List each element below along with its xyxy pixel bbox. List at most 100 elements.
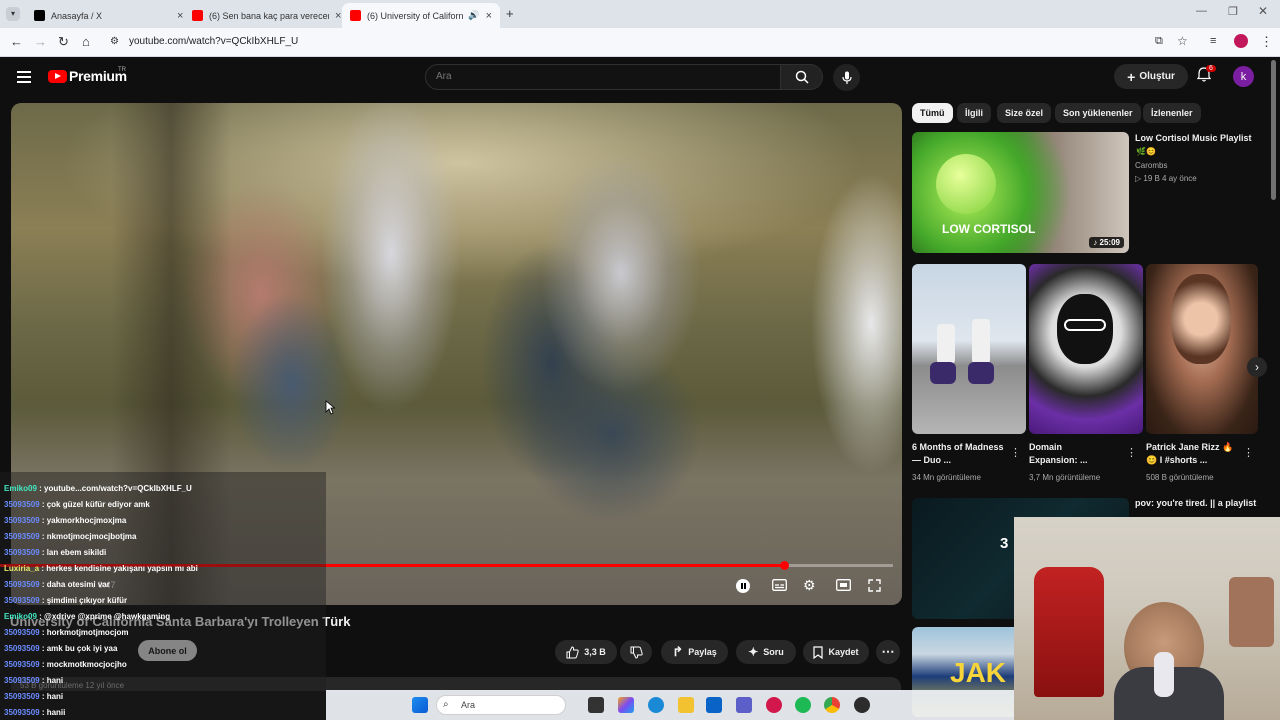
chat-username: Emiko09 bbox=[4, 484, 37, 493]
search-button[interactable] bbox=[781, 64, 823, 90]
fullscreen-icon[interactable] bbox=[868, 579, 881, 592]
settings-gear-icon[interactable]: ⚙ bbox=[803, 577, 816, 594]
chat-text: : horkmotjmotjmocjom bbox=[39, 628, 129, 637]
teams-icon[interactable] bbox=[736, 697, 752, 713]
page-scrollbar[interactable] bbox=[1271, 60, 1276, 200]
home-icon[interactable]: ⌂ bbox=[82, 34, 90, 49]
search-input[interactable] bbox=[436, 71, 766, 82]
ask-button[interactable]: ✦ Soru bbox=[736, 640, 796, 664]
menu-icon[interactable]: ⋮ bbox=[1260, 34, 1273, 50]
opera-icon[interactable] bbox=[766, 697, 782, 713]
more-vertical-icon[interactable]: ⋮ bbox=[1010, 446, 1021, 459]
like-button[interactable]: 3,3 B bbox=[555, 640, 617, 664]
taskbar-search[interactable]: ⌕ Ara bbox=[436, 695, 566, 715]
short-views: 508 B görüntüleme bbox=[1146, 473, 1214, 482]
back-icon[interactable]: ← bbox=[10, 34, 23, 49]
mouse-cursor-icon bbox=[325, 400, 335, 415]
profile-avatar[interactable] bbox=[1234, 34, 1248, 48]
dislike-button[interactable] bbox=[620, 640, 652, 664]
playlist-thumbnail[interactable]: LOW CORTISOL ♪ 25:09 bbox=[912, 132, 1129, 253]
chat-message: 35093509 : mockmotkmocjocjho bbox=[4, 660, 127, 669]
forward-icon[interactable]: → bbox=[34, 34, 47, 49]
windows-start-icon[interactable] bbox=[412, 697, 428, 713]
task-view-icon[interactable] bbox=[588, 697, 604, 713]
chat-text: : lan ebem sikildi bbox=[39, 548, 107, 557]
chat-text: : hani bbox=[39, 676, 64, 685]
progress-scrubber[interactable] bbox=[780, 561, 790, 570]
gaming-chair-graphic bbox=[1034, 567, 1104, 697]
chip-recently-uploaded[interactable]: Son yüklenenler bbox=[1055, 103, 1141, 123]
thumbs-up-icon bbox=[566, 645, 579, 658]
url-field[interactable]: youtube.com/watch?v=QCkIbXHLF_U bbox=[129, 36, 298, 47]
chip-for-you[interactable]: Size özel bbox=[997, 103, 1052, 123]
file-explorer-icon[interactable] bbox=[678, 697, 694, 713]
more-vertical-icon[interactable]: ⋮ bbox=[1243, 446, 1254, 459]
short-thumbnail-moto[interactable] bbox=[912, 264, 1026, 434]
install-app-icon[interactable]: ⧉ bbox=[1155, 35, 1163, 48]
thumbs-down-icon bbox=[630, 646, 643, 659]
chip-all[interactable]: Tümü bbox=[912, 103, 953, 123]
tab-youtube-active[interactable]: (6) University of California S 🔊 × bbox=[342, 3, 500, 28]
tab-x[interactable]: Anasayfa / X × bbox=[26, 3, 191, 28]
maximize-icon[interactable]: ❐ bbox=[1228, 5, 1238, 18]
share-button[interactable]: ↱ Paylaş bbox=[661, 640, 728, 664]
short-thumbnail-patrick[interactable] bbox=[1146, 264, 1258, 434]
subtitles-icon[interactable] bbox=[772, 579, 787, 591]
autoplay-toggle[interactable] bbox=[736, 579, 750, 593]
voice-search-button[interactable] bbox=[833, 64, 860, 91]
search-icon bbox=[795, 70, 809, 84]
window-close-icon[interactable]: ✕ bbox=[1258, 4, 1268, 18]
hamburger-menu-icon[interactable] bbox=[17, 71, 31, 83]
share-arrow-icon: ↱ bbox=[672, 644, 684, 659]
account-avatar[interactable]: k bbox=[1233, 66, 1254, 87]
chrome-icon[interactable] bbox=[824, 697, 840, 713]
spotify-icon[interactable] bbox=[795, 697, 811, 713]
channel-name[interactable]: Carombs bbox=[1135, 161, 1167, 170]
youtube-logo-icon[interactable] bbox=[48, 70, 67, 83]
close-icon[interactable]: × bbox=[177, 10, 183, 22]
short-views: 3,7 Mn görüntüleme bbox=[1029, 473, 1101, 482]
short-title[interactable]: Domain Expansion: ... bbox=[1029, 441, 1109, 467]
create-button[interactable]: + Oluştur bbox=[1114, 64, 1188, 89]
chat-message: Emiko09 : @xdrive @xprime @hawkgaming bbox=[4, 612, 170, 621]
chat-text: : herkes kendisine yakışanı yapsın mı ab… bbox=[39, 564, 198, 573]
more-vertical-icon[interactable]: ⋮ bbox=[1126, 446, 1137, 459]
short-title[interactable]: Patrick Jane Rizz 🔥😊 I #shorts ... bbox=[1146, 441, 1238, 467]
save-button[interactable]: Kaydet bbox=[803, 640, 869, 664]
reload-icon[interactable]: ↻ bbox=[58, 34, 69, 50]
audio-playing-icon[interactable]: 🔊 bbox=[468, 10, 479, 21]
close-icon[interactable]: × bbox=[335, 10, 341, 22]
chip-watched[interactable]: İzlenenler bbox=[1143, 103, 1201, 123]
app-icon[interactable] bbox=[854, 697, 870, 713]
close-icon[interactable]: × bbox=[486, 10, 492, 22]
tab-search-button[interactable]: ▾ bbox=[6, 7, 20, 21]
media-control-icon[interactable]: ≡ bbox=[1210, 35, 1216, 47]
chat-text: : çok güzel küfür ediyor amk bbox=[39, 500, 150, 509]
short-thumbnail-domain[interactable] bbox=[1029, 264, 1143, 434]
chat-username: Emiko09 bbox=[4, 612, 37, 621]
smiley-face-graphic bbox=[936, 154, 996, 214]
chip-related[interactable]: İlgili bbox=[957, 103, 991, 123]
youtube-icon bbox=[192, 10, 203, 21]
next-video-title[interactable]: pov: you're tired. || a playlist bbox=[1135, 497, 1256, 510]
more-actions-button[interactable]: ⋯ bbox=[876, 640, 900, 664]
tab-youtube-1[interactable]: (6) Sen bana kaç para verecen × bbox=[184, 3, 349, 28]
chevron-right-icon[interactable]: › bbox=[1247, 357, 1267, 377]
copilot-icon[interactable] bbox=[618, 697, 634, 713]
edge-icon[interactable] bbox=[648, 697, 664, 713]
chat-message: 35093509 : yakmorkhocjmoxjma bbox=[4, 516, 126, 525]
new-tab-button[interactable]: + bbox=[506, 6, 514, 21]
chat-text: : mockmotkmocjocjho bbox=[39, 660, 127, 669]
playlist-title[interactable]: Low Cortisol Music Playlist bbox=[1135, 132, 1252, 145]
theater-mode-icon[interactable] bbox=[836, 579, 851, 591]
thumbnail-text: LOW CORTISOL bbox=[942, 222, 1036, 236]
minimize-icon[interactable]: — bbox=[1196, 5, 1207, 17]
site-info-icon[interactable]: ⚙ bbox=[110, 36, 119, 47]
chat-message: 35093509 : hani bbox=[4, 692, 63, 701]
microphone-icon bbox=[841, 71, 852, 84]
bookmark-star-icon[interactable]: ☆ bbox=[1177, 34, 1188, 48]
short-title[interactable]: 6 Months of Madness — Duo ... bbox=[912, 441, 1007, 467]
outlook-icon[interactable] bbox=[706, 697, 722, 713]
motorcycle-shape bbox=[930, 362, 956, 384]
chat-username: 35093509 bbox=[4, 644, 40, 653]
